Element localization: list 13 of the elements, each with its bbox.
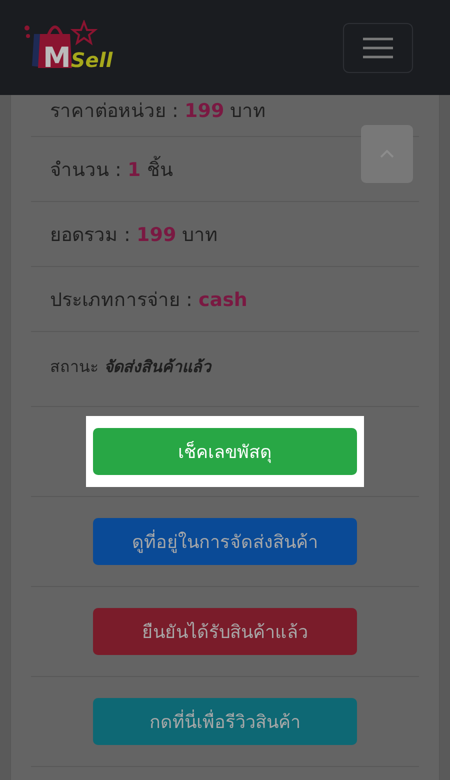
action-button[interactable]: เช็คเลขพัสดุ xyxy=(93,428,357,475)
detail-text: ยอดรวม : 199 บาท xyxy=(50,223,218,248)
action-button[interactable]: ดูที่อยู่ในการจัดส่งสินค้า xyxy=(93,518,357,565)
action-button[interactable]: กดที่นี่เพื่อรีวิวสินค้า xyxy=(93,698,357,745)
logo-text: Sell xyxy=(70,50,113,70)
detail-text: ราคาต่อหน่วย : 199 บาท xyxy=(50,99,266,124)
action-button[interactable]: ยืนยันได้รับสินค้าแล้ว xyxy=(93,608,357,655)
detail-text: ประเภทการจ่าย : cash xyxy=(50,288,248,313)
menu-button[interactable] xyxy=(343,22,413,72)
detail-text: จำนวน : 1 ชิ้น xyxy=(50,154,173,184)
status-text: สถานะ จัดส่งสินค้าแล้ว xyxy=(50,356,212,378)
menu-icon xyxy=(363,36,393,60)
logo-text: M xyxy=(43,44,71,72)
